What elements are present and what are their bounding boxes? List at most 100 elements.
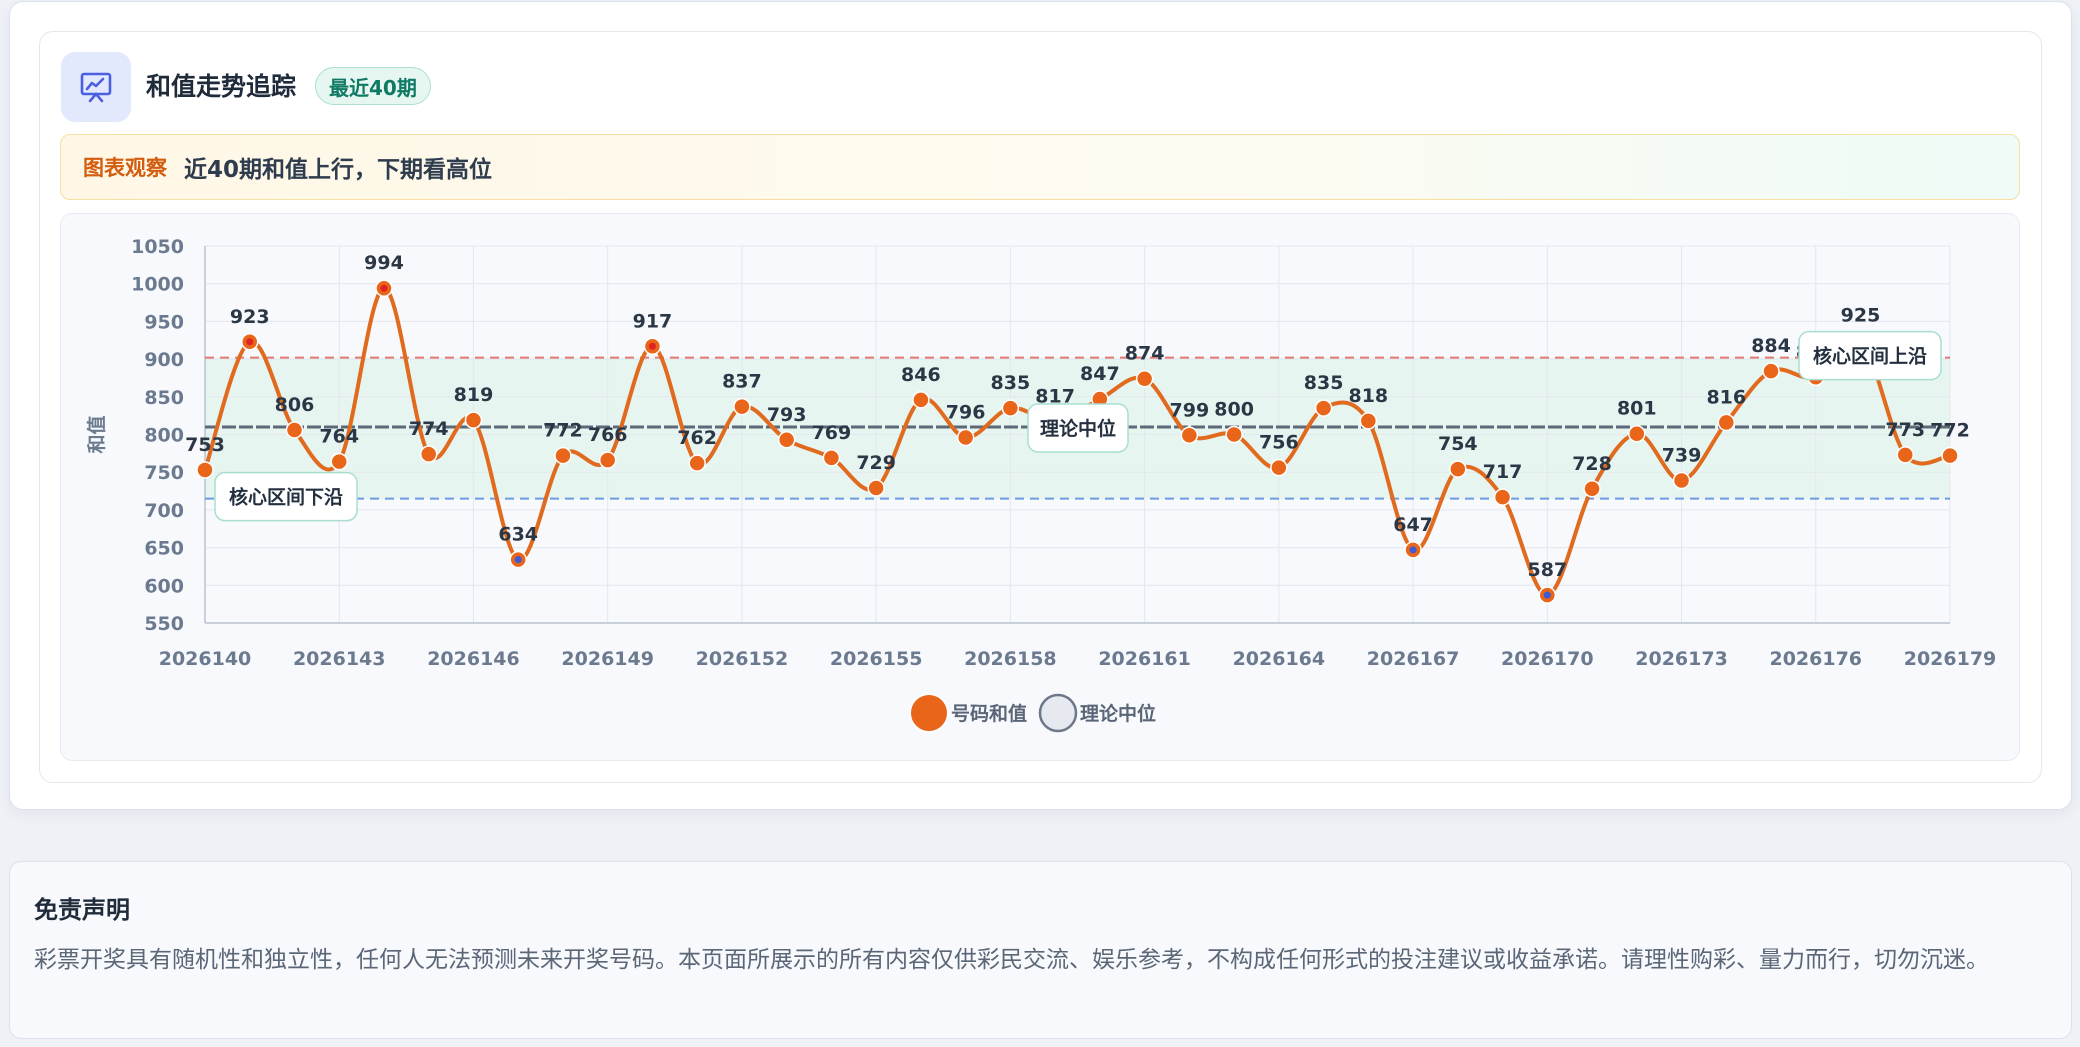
- data-label: 729: [856, 452, 896, 474]
- y-axis-title: 和值: [85, 415, 108, 453]
- x-tick-label: 2026146: [427, 648, 520, 670]
- y-tick-label: 600: [144, 575, 184, 597]
- data-label: 772: [1930, 420, 1970, 442]
- data-point: [1672, 471, 1691, 490]
- median-annotation: 理论中位: [1027, 403, 1129, 453]
- x-tick-label: 2026176: [1769, 648, 1862, 670]
- data-label: 837: [722, 371, 762, 393]
- data-label: 923: [230, 306, 270, 328]
- y-tick-label: 900: [144, 349, 184, 371]
- y-tick-label: 700: [144, 500, 184, 522]
- y-tick-label: 1000: [131, 274, 184, 296]
- data-point: [777, 431, 796, 449]
- data-point: [1135, 369, 1154, 388]
- data-label: 756: [1259, 432, 1299, 454]
- x-tick-label: 2026167: [1367, 648, 1460, 670]
- y-tick-label: 650: [144, 538, 184, 560]
- data-point: [1583, 480, 1601, 498]
- data-label: 774: [409, 418, 449, 440]
- x-tick-label: 2026140: [159, 648, 252, 670]
- data-point: [1896, 446, 1915, 464]
- data-point: [733, 397, 751, 416]
- x-tick-label: 2026164: [1233, 648, 1326, 670]
- data-label: 818: [1348, 385, 1388, 407]
- x-tick-label: 2026179: [1904, 648, 1997, 670]
- trough-marker: [1409, 546, 1417, 554]
- data-point: [330, 452, 348, 471]
- peak-marker: [648, 342, 656, 350]
- x-tick-label: 2026152: [696, 648, 789, 670]
- data-label: 800: [1214, 399, 1254, 421]
- x-tick-label: 2026155: [830, 648, 923, 670]
- x-tick-label: 2026170: [1501, 648, 1594, 670]
- data-point: [822, 449, 841, 467]
- data-label: 816: [1706, 386, 1746, 408]
- data-point: [956, 428, 975, 447]
- core-upper-annotation: 核心区间上沿: [1798, 330, 1942, 381]
- data-label: 994: [364, 252, 404, 274]
- data-label: 762: [677, 427, 717, 449]
- x-tick-label: 2026143: [293, 648, 386, 670]
- data-label: 819: [454, 384, 494, 406]
- peak-marker: [246, 338, 254, 346]
- data-point: [464, 411, 483, 429]
- data-label: 773: [1885, 419, 1925, 441]
- data-label: 884: [1751, 335, 1791, 357]
- median-annotation-text: 理论中位: [1040, 417, 1116, 440]
- data-point: [285, 421, 304, 439]
- data-point: [1180, 426, 1199, 445]
- data-label: 874: [1125, 343, 1165, 365]
- data-label: 634: [498, 524, 538, 546]
- core-upper-annotation-text: 核心区间上沿: [1813, 345, 1927, 368]
- x-tick-label: 2026158: [964, 648, 1057, 670]
- y-tick-label: 550: [144, 613, 184, 635]
- y-tick-label: 850: [144, 387, 184, 409]
- data-point: [1359, 412, 1378, 430]
- x-tick-label: 2026149: [561, 648, 654, 670]
- data-label: 847: [1080, 363, 1120, 385]
- data-point: [1493, 488, 1512, 506]
- data-label: 796: [946, 402, 986, 424]
- data-point: [196, 461, 214, 479]
- core-lower-annotation-text: 核心区间下沿: [229, 486, 343, 509]
- trough-marker: [1543, 591, 1551, 599]
- data-label: 846: [901, 364, 941, 386]
- data-label: 806: [275, 394, 315, 416]
- data-label: 739: [1662, 444, 1702, 466]
- data-label: 728: [1572, 453, 1612, 475]
- disclaimer-card: 免责声明 彩票开奖具有随机性和独立性，任何人无法预测未来开奖号码。本页面所展示的…: [9, 861, 2072, 1039]
- data-label: 801: [1617, 398, 1657, 420]
- data-label: 769: [812, 422, 852, 444]
- data-point: [1762, 362, 1780, 380]
- data-label: 799: [1170, 399, 1210, 421]
- data-point: [688, 454, 706, 472]
- data-label: 754: [1438, 433, 1478, 455]
- data-point: [419, 445, 438, 463]
- data-label: 835: [1304, 372, 1344, 394]
- data-point: [1314, 399, 1333, 417]
- y-tick-label: 800: [144, 425, 184, 447]
- data-label: 917: [633, 310, 673, 332]
- data-label: 647: [1393, 514, 1433, 536]
- y-tick-label: 950: [144, 311, 184, 333]
- data-point: [1449, 460, 1467, 478]
- peak-marker: [380, 284, 388, 292]
- data-point: [1628, 424, 1646, 443]
- legend-median-label: 理论中位: [1080, 702, 1156, 725]
- core-lower-annotation: 核心区间下沿: [214, 471, 358, 522]
- sum-trend-line-chart: 550 600 650 700 750 800 850 900 950 1000 1050 20261…: [85, 236, 1997, 733]
- data-point: [912, 391, 930, 409]
- y-tick-label: 750: [144, 462, 184, 484]
- data-label: 753: [185, 434, 225, 456]
- legend-series-label: 号码和值: [951, 702, 1027, 725]
- data-label: 764: [319, 426, 359, 448]
- legend-median-marker: [1038, 693, 1078, 733]
- data-point: [554, 446, 572, 465]
- data-point: [1001, 399, 1020, 417]
- data-point: [1225, 425, 1243, 444]
- data-point: [1941, 446, 1959, 465]
- data-point: [1717, 413, 1736, 432]
- data-label: 793: [767, 404, 807, 426]
- x-tick-label: 2026173: [1635, 648, 1728, 670]
- data-point: [1270, 458, 1288, 477]
